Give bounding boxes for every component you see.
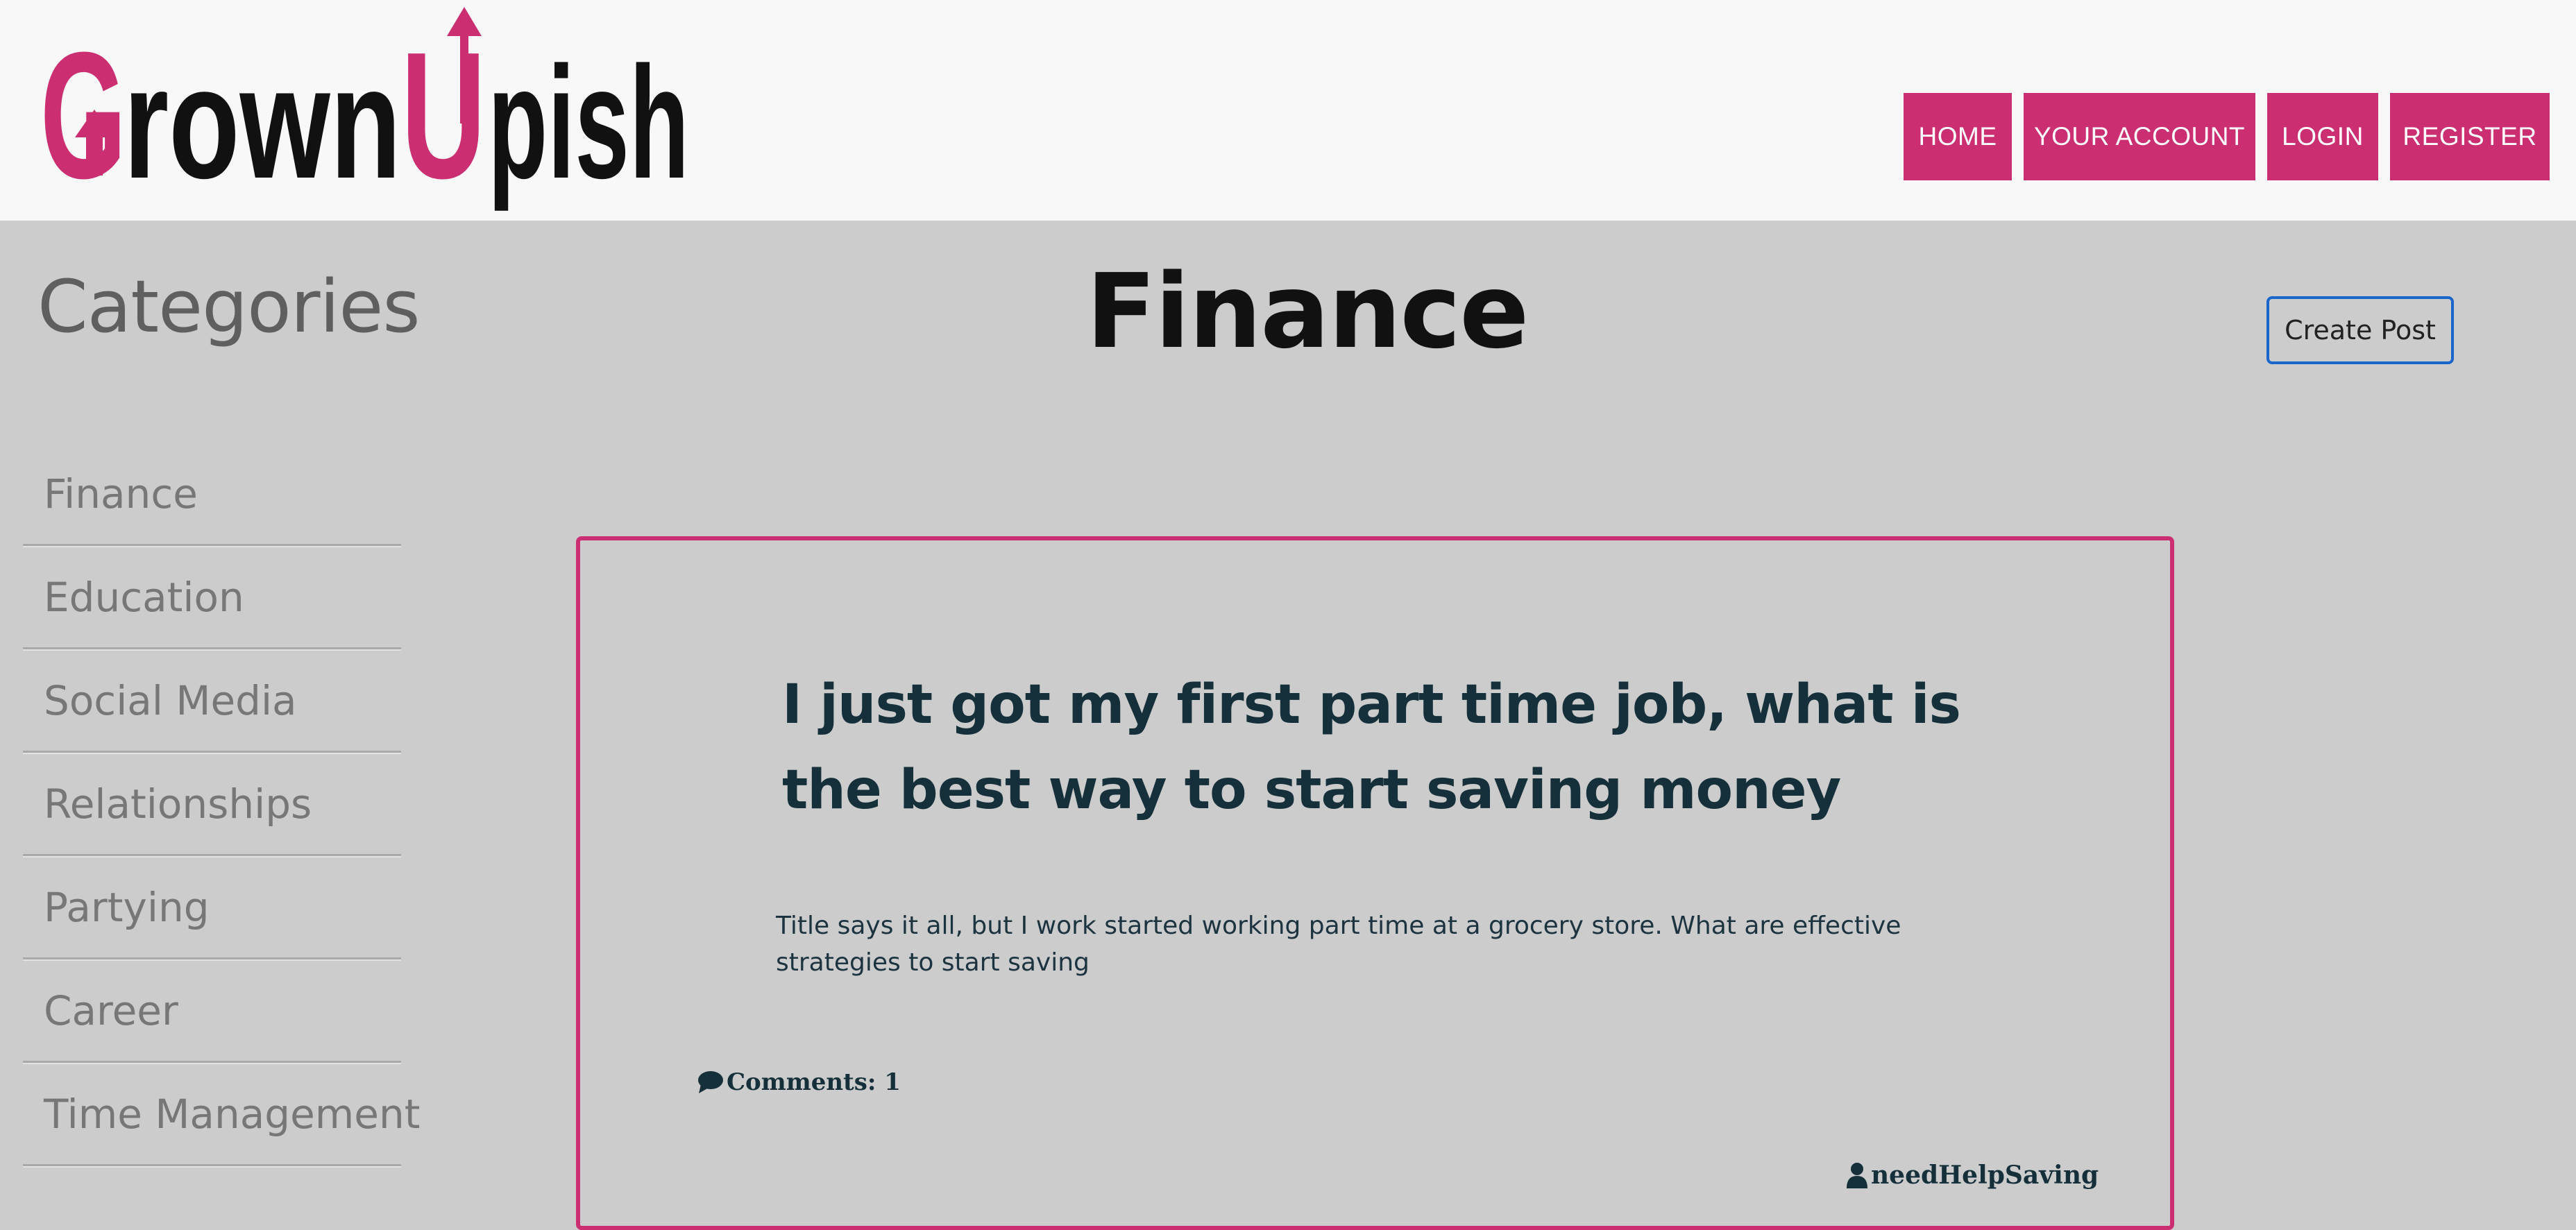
user-icon [1846, 1162, 1868, 1188]
nav-home-button[interactable]: HOME [1904, 93, 2012, 180]
category-list: Finance Education Social Media Relations… [23, 444, 420, 1168]
sidebar-item-partying[interactable]: Partying [23, 857, 401, 959]
post-card[interactable] [576, 536, 2174, 1230]
sidebar-item-education[interactable]: Education [23, 547, 401, 649]
post-author[interactable]: needHelpSaving [1846, 1161, 2099, 1190]
page-title: Finance [1086, 252, 1530, 371]
comment-icon [697, 1070, 724, 1094]
sidebar-item-career[interactable]: Career [23, 961, 401, 1063]
sidebar-item-social-media[interactable]: Social Media [23, 651, 401, 753]
nav-your-account-button[interactable]: YOUR ACCOUNT [2024, 93, 2255, 180]
svg-text:U: U [401, 15, 486, 216]
categories-heading: Categories [37, 264, 421, 349]
nav-login-button[interactable]: LOGIN [2267, 93, 2378, 180]
svg-text:G: G [40, 15, 126, 216]
sidebar-item-finance[interactable]: Finance [23, 444, 401, 546]
comments-count: Comments: 1 [727, 1068, 901, 1096]
nav-register-button[interactable]: REGISTER [2390, 93, 2550, 180]
svg-text:pish: pish [488, 33, 689, 212]
post-comments[interactable]: Comments: 1 [697, 1068, 901, 1096]
sidebar-item-time-management[interactable]: Time Management [23, 1064, 420, 1166]
post-title[interactable]: I just got my first part time job, what … [782, 663, 2031, 833]
author-name: needHelpSaving [1871, 1161, 2099, 1190]
site-logo[interactable]: G rown U pish [40, 6, 693, 217]
create-post-button[interactable]: Create Post [2266, 296, 2454, 364]
post-body: Title says it all, but I work started wo… [776, 912, 1901, 977]
svg-text:rown: rown [124, 33, 401, 212]
site-header: G rown U pish HOME YOUR ACCOUNT LOGIN RE… [0, 0, 2576, 221]
sidebar-item-relationships[interactable]: Relationships [23, 754, 401, 856]
